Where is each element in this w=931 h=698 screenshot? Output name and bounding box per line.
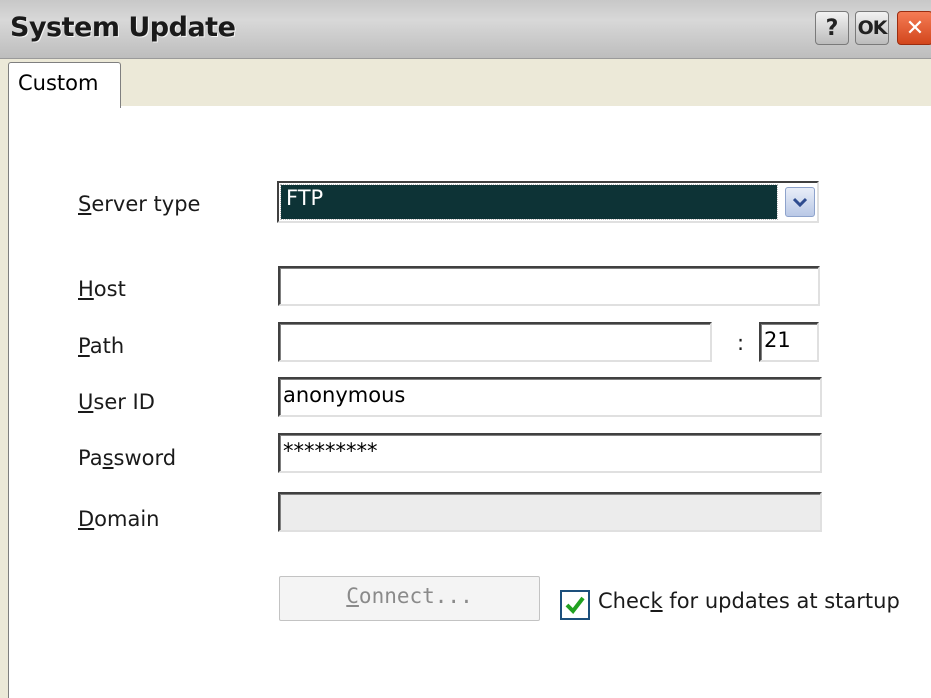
server-type-value: FTP [280,184,778,220]
title-bar: System Update ? OK ✕ [0,0,931,59]
connect-button: Connect... [279,576,540,621]
user-id-input[interactable]: anonymous [278,377,822,417]
help-button[interactable]: ? [815,11,849,45]
host-label: Host [78,277,126,301]
close-button[interactable]: ✕ [897,11,931,45]
tab-custom[interactable]: Custom [8,62,121,108]
port-separator: : [737,331,745,355]
user-id-label: User ID [78,390,155,414]
server-type-select[interactable]: FTP [277,181,819,223]
password-input[interactable]: ********* [278,433,822,473]
ok-button[interactable]: OK [855,11,889,45]
chevron-down-icon[interactable] [785,187,815,217]
port-input[interactable]: 21 [759,322,819,362]
host-input[interactable] [278,266,820,306]
startup-check-label[interactable]: Check for updates at startup [598,589,900,613]
domain-label: Domain [78,507,160,531]
checkmark-icon [565,596,585,615]
password-label: Password [78,446,177,470]
window-title: System Update [10,12,236,43]
path-label: Path [78,334,125,358]
close-icon: ✕ [905,15,925,41]
server-type-label: Server type [78,192,201,216]
startup-check-checkbox[interactable] [560,590,590,620]
path-input[interactable] [278,322,712,362]
domain-input [278,492,822,532]
